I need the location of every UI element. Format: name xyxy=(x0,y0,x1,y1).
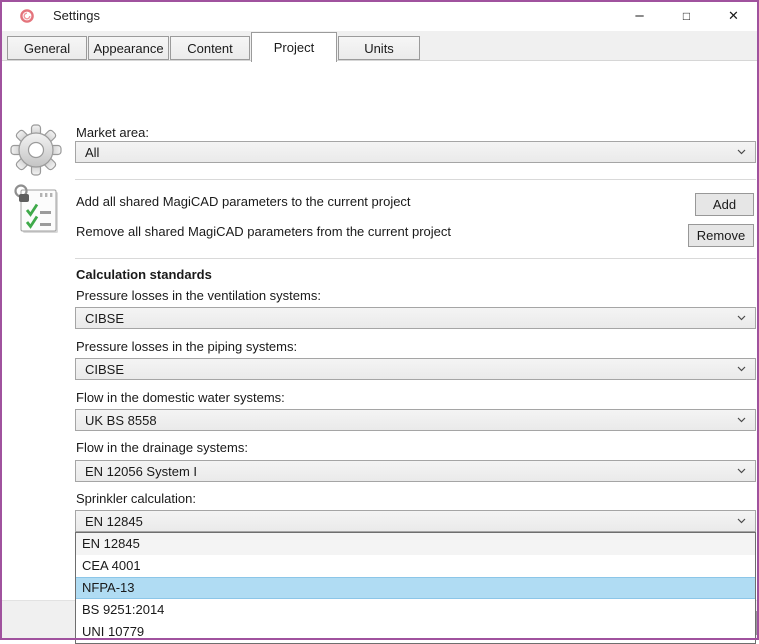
ventilation-pressure-label: Pressure losses in the ventilation syste… xyxy=(76,288,321,303)
title-bar: Settings – □ ✕ xyxy=(0,0,759,31)
dropdown-option-bs-9251-2014[interactable]: BS 9251:2014 xyxy=(76,599,755,621)
window-title: Settings xyxy=(53,8,100,23)
domestic-water-flow-select[interactable]: UK BS 8558 xyxy=(75,409,756,431)
chevron-down-icon xyxy=(737,468,746,474)
tab-bar: General Appearance Content Project Units xyxy=(0,31,759,61)
chevron-down-icon xyxy=(737,417,746,423)
window-controls: – □ ✕ xyxy=(616,0,757,31)
dropdown-option-en-12845[interactable]: EN 12845 xyxy=(76,533,755,555)
sprinkler-calculation-label: Sprinkler calculation: xyxy=(76,491,196,506)
piping-pressure-value: CIBSE xyxy=(85,362,731,377)
market-area-label: Market area: xyxy=(76,125,149,140)
settings-dialog: Settings – □ ✕ General Appearance Conten… xyxy=(0,0,759,640)
piping-pressure-select[interactable]: CIBSE xyxy=(75,358,756,380)
tab-project[interactable]: Project xyxy=(251,32,337,62)
section-divider xyxy=(75,179,756,180)
chevron-down-icon xyxy=(737,315,746,321)
calculation-standards-heading: Calculation standards xyxy=(76,267,212,282)
drainage-flow-select[interactable]: EN 12056 System I xyxy=(75,460,756,482)
settings-gear-icon xyxy=(10,124,62,176)
chevron-down-icon xyxy=(737,518,746,524)
remove-button[interactable]: Remove xyxy=(688,224,754,247)
chevron-down-icon xyxy=(737,366,746,372)
domestic-water-flow-value: UK BS 8558 xyxy=(85,413,731,428)
minimize-icon[interactable]: – xyxy=(616,0,663,31)
drainage-flow-value: EN 12056 System I xyxy=(85,464,731,479)
dropdown-option-cea-4001[interactable]: CEA 4001 xyxy=(76,555,755,577)
dropdown-option-nfpa-13[interactable]: NFPA-13 xyxy=(76,577,755,599)
ventilation-pressure-select[interactable]: CIBSE xyxy=(75,307,756,329)
piping-pressure-label: Pressure losses in the piping systems: xyxy=(76,339,297,354)
sprinkler-calculation-select[interactable]: EN 12845 xyxy=(75,510,756,532)
sprinkler-dropdown-list: EN 12845 CEA 4001 NFPA-13 BS 9251:2014 U… xyxy=(75,532,756,644)
domestic-water-flow-label: Flow in the domestic water systems: xyxy=(76,390,285,405)
project-tab-page: Market area: All Add all shared MagiCAD … xyxy=(0,61,759,601)
remove-parameters-text: Remove all shared MagiCAD parameters fro… xyxy=(76,224,451,239)
maximize-icon[interactable]: □ xyxy=(663,0,710,31)
tab-content[interactable]: Content xyxy=(170,36,250,60)
add-parameters-text: Add all shared MagiCAD parameters to the… xyxy=(76,194,411,209)
sprinkler-calculation-value: EN 12845 xyxy=(85,514,731,529)
tab-units[interactable]: Units xyxy=(338,36,420,60)
parameters-checklist-icon xyxy=(12,183,62,235)
tab-appearance[interactable]: Appearance xyxy=(88,36,169,60)
ventilation-pressure-value: CIBSE xyxy=(85,311,731,326)
section-divider xyxy=(75,258,756,259)
magicad-app-icon xyxy=(19,8,35,24)
chevron-down-icon xyxy=(737,149,746,155)
market-area-select[interactable]: All xyxy=(75,141,756,163)
drainage-flow-label: Flow in the drainage systems: xyxy=(76,440,248,455)
tab-general[interactable]: General xyxy=(7,36,87,60)
close-icon[interactable]: ✕ xyxy=(710,0,757,31)
market-area-value: All xyxy=(85,145,731,160)
add-button[interactable]: Add xyxy=(695,193,754,216)
